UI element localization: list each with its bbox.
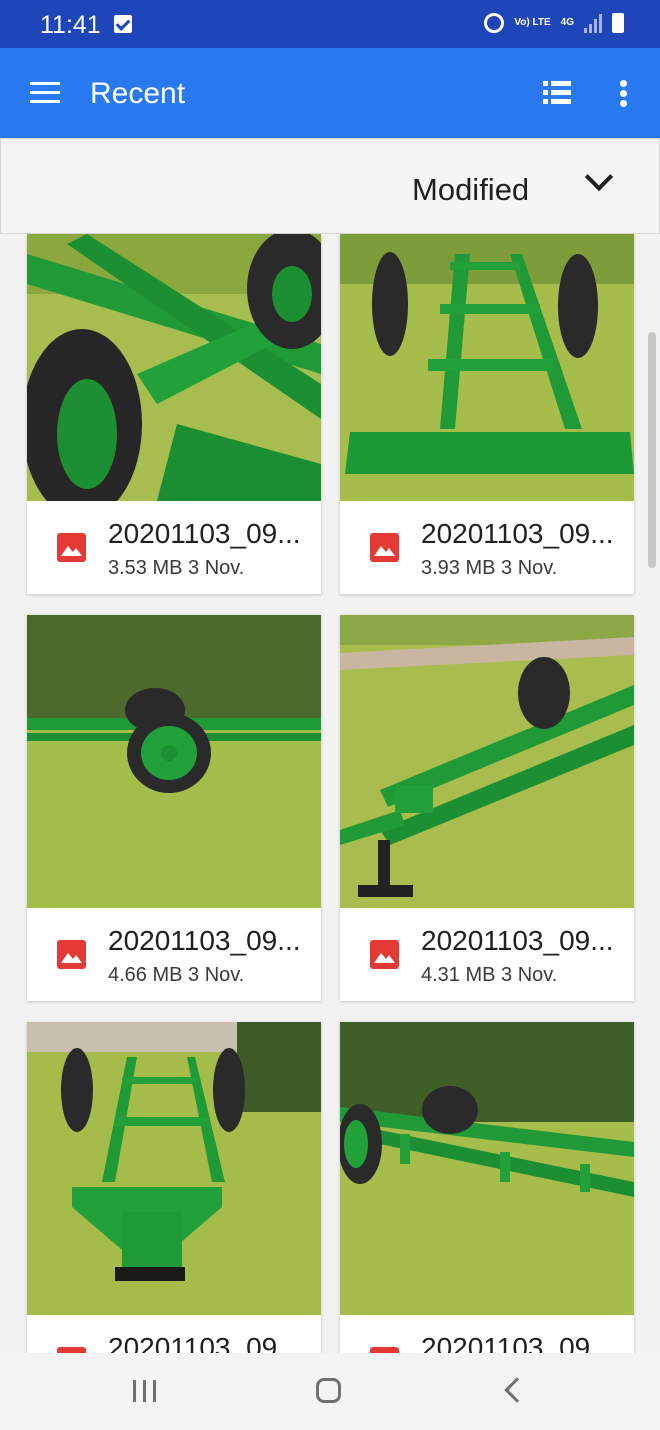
file-card[interactable]: 20201103_09... 3.53 MB 3 Nov. (27, 234, 321, 594)
list-view-icon[interactable] (543, 81, 571, 105)
file-name: 20201103_09... (421, 518, 614, 549)
image-file-icon (57, 533, 86, 562)
file-size-date: 4.31 MB 3 Nov. (421, 964, 557, 987)
file-name: 20201103_09... (108, 925, 301, 956)
battery-icon (612, 13, 624, 33)
volte-indicator: Vo) LTE (514, 17, 551, 28)
file-meta[interactable]: 20201103_09... 3.93 MB 3 Nov. (340, 501, 634, 594)
scrollbar[interactable] (648, 332, 656, 568)
image-file-icon (57, 940, 86, 969)
image-file-icon (370, 940, 399, 969)
signal-icon (584, 13, 602, 33)
file-card[interactable]: 20201103_09... 3.93 MB 3 Nov. (340, 234, 634, 594)
alarm-icon (484, 13, 505, 33)
file-card[interactable]: 20201103_09... 4.66 MB 3 Nov. (27, 615, 321, 1001)
image-thumbnail[interactable] (27, 615, 321, 908)
file-name: 20201103_09... (421, 925, 614, 956)
status-bar: 11:41 Vo) LTE 4G (0, 0, 660, 48)
file-card[interactable]: 20201103_09... 4.31 MB 3 Nov. (340, 615, 634, 1001)
file-size: 3.93 MB (421, 557, 496, 579)
file-date: 3 Nov. (188, 964, 245, 986)
system-nav-bar (0, 1353, 660, 1430)
image-thumbnail[interactable] (27, 1022, 321, 1315)
file-meta[interactable]: 20201103_09... 4.31 MB 3 Nov. (340, 908, 634, 1001)
chevron-down-icon[interactable] (584, 162, 614, 192)
app-bar: Recent (0, 48, 660, 138)
file-meta[interactable]: 20201103_09... 3.53 MB 3 Nov. (27, 501, 321, 594)
image-thumbnail[interactable] (340, 234, 634, 501)
sort-bar[interactable]: Modified (0, 138, 660, 234)
file-size: 4.31 MB (421, 964, 496, 986)
file-name: 20201103_09... (108, 518, 301, 549)
file-size-date: 3.53 MB 3 Nov. (108, 557, 244, 580)
image-thumbnail[interactable] (27, 234, 321, 501)
image-file-icon (370, 533, 399, 562)
file-date: 3 Nov. (188, 557, 245, 579)
menu-icon[interactable] (30, 82, 60, 104)
network-type-indicator: 4G (560, 17, 574, 28)
file-size: 4.66 MB (108, 964, 183, 986)
page-title: Recent (90, 77, 186, 110)
image-thumbnail[interactable] (340, 1022, 634, 1315)
file-size-date: 4.66 MB 3 Nov. (108, 964, 244, 987)
image-thumbnail[interactable] (340, 615, 634, 908)
status-time: 11:41 (40, 11, 101, 39)
back-icon[interactable] (504, 1377, 530, 1403)
file-size: 3.53 MB (108, 557, 183, 579)
file-meta[interactable]: 20201103_09... 4.66 MB 3 Nov. (27, 908, 321, 1001)
home-icon[interactable] (316, 1378, 341, 1403)
sort-label[interactable]: Modified (412, 172, 529, 208)
checkbox-notification-icon (114, 15, 132, 33)
file-date: 3 Nov. (501, 964, 558, 986)
recent-apps-icon[interactable] (133, 1380, 157, 1402)
more-options-icon[interactable] (620, 80, 628, 108)
file-date: 3 Nov. (501, 557, 558, 579)
file-size-date: 3.93 MB 3 Nov. (421, 557, 557, 580)
